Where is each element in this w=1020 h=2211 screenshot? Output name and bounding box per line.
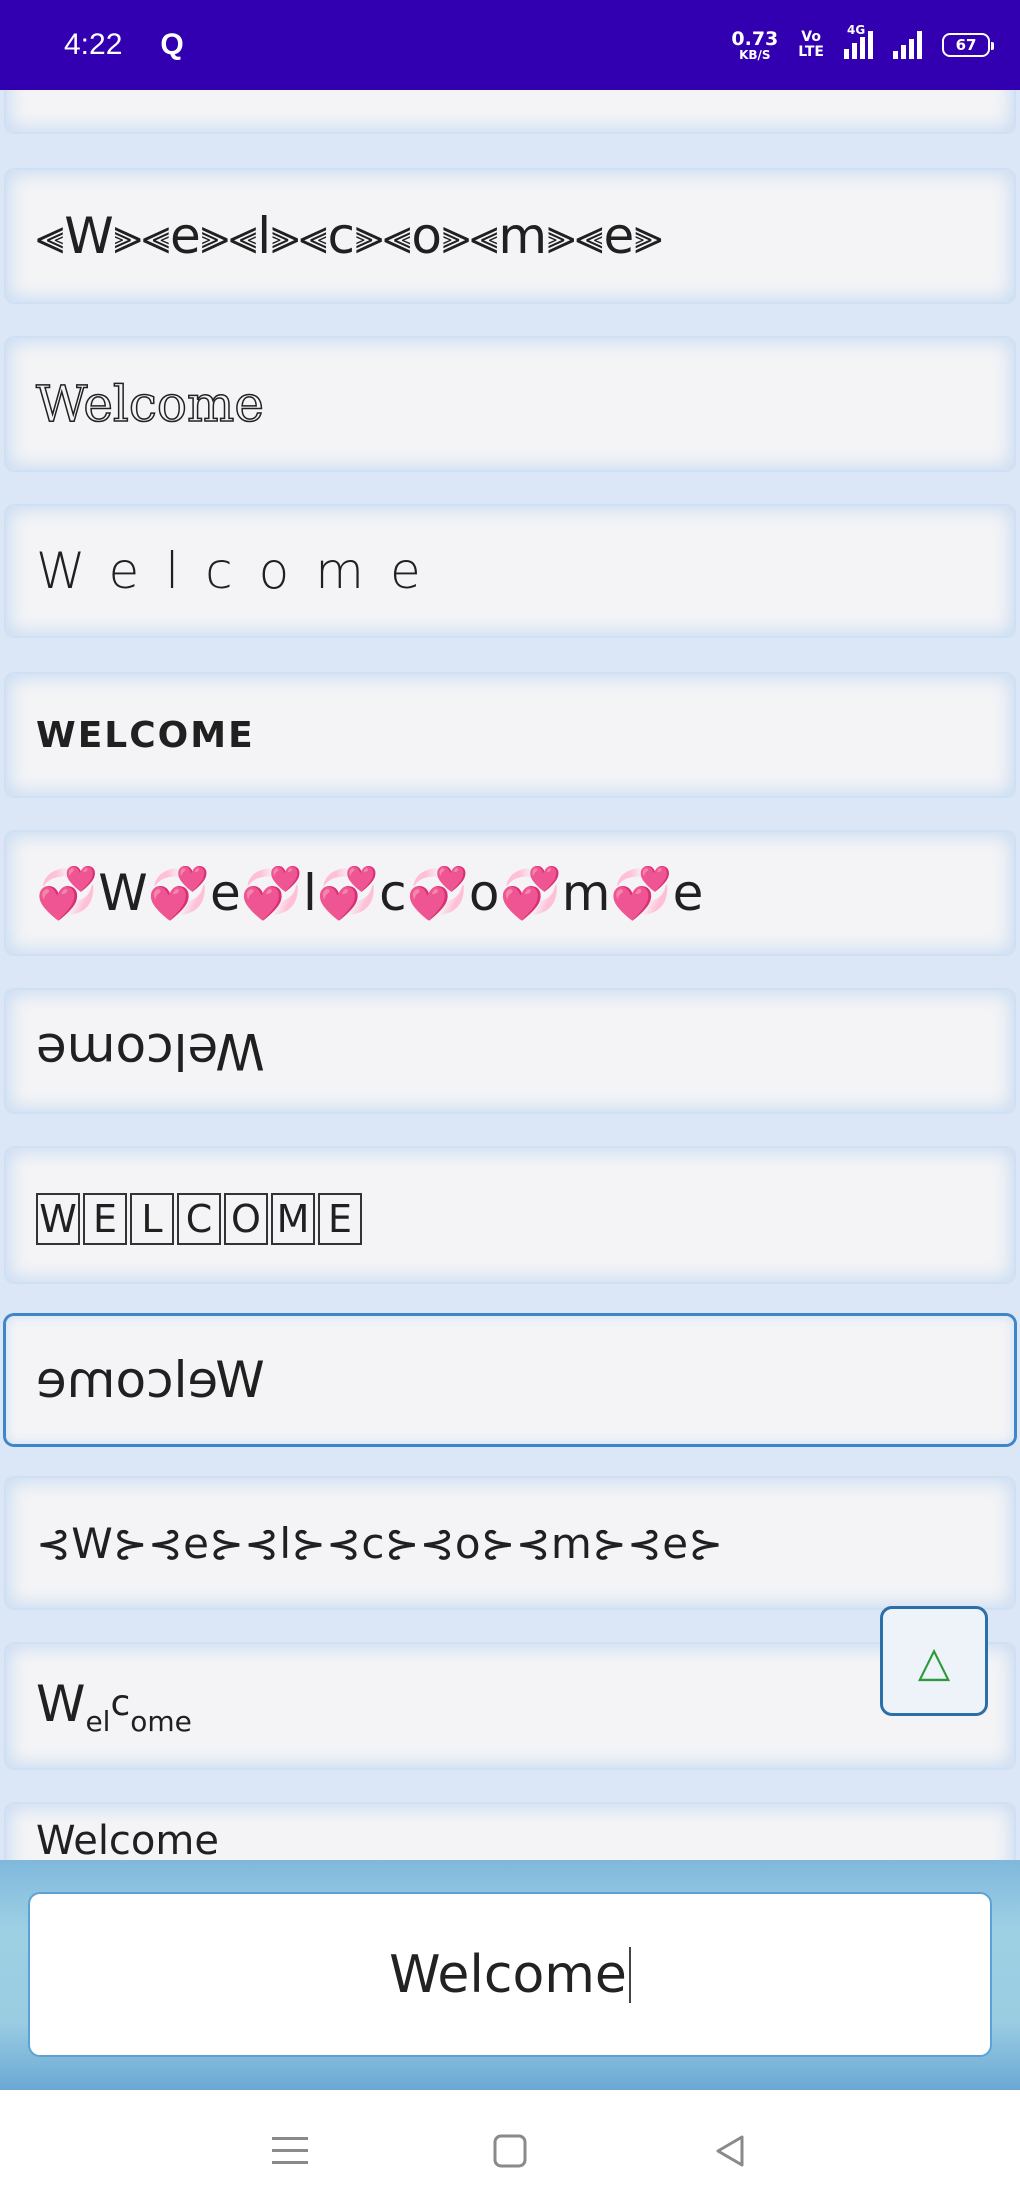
status-time: 4:22 [64, 28, 123, 61]
style-item-8[interactable]: Welcome [6, 1316, 1014, 1444]
style-item-4[interactable]: WELCOME [6, 674, 1014, 796]
style-item-0[interactable] [6, 90, 1014, 132]
style-text: Welcome [36, 1022, 265, 1080]
style-text: ⫷W⫸⫷e⫸⫷l⫸⫷c⫸⫷o⫸⫷m⫸⫷e⫸ [36, 206, 663, 265]
network-speed-unit: KB/S [739, 47, 771, 62]
signal-label: 4G [847, 23, 866, 37]
style-list[interactable]: ⫷W⫸⫷e⫸⫷l⫸⫷c⫸⫷o⫸⫷m⫸⫷e⫸ Welcome Welcome WE… [0, 90, 1020, 1860]
menu-button[interactable] [270, 2131, 310, 2171]
signal-4g-icon: 4G [844, 23, 873, 59]
style-text: Welcome [36, 1674, 192, 1738]
style-text: Welcome [36, 542, 447, 600]
network-speed-value: 0.73 [731, 27, 779, 50]
volte-icon: Vo LTE [798, 30, 824, 59]
style-item-11[interactable]: Welcome [6, 1804, 1014, 1860]
network-speed: 0.73 KB/S [731, 27, 779, 62]
home-icon [493, 2134, 527, 2167]
app-indicator-icon: Q [160, 28, 184, 61]
volte-line1: Vo [801, 29, 821, 46]
style-text: Welcome [36, 1351, 265, 1409]
status-icons: 0.73 KB/S Vo LTE 4G 67 [731, 23, 994, 62]
home-button[interactable] [490, 2131, 530, 2171]
status-bar: 4:22 Q 0.73 KB/S Vo LTE 4G 67 [0, 0, 1020, 90]
back-icon [716, 2135, 744, 2166]
battery-level: 67 [955, 36, 977, 54]
menu-icon [272, 2136, 308, 2164]
style-item-1[interactable]: ⫷W⫸⫷e⫸⫷l⫸⫷c⫸⫷o⫸⫷m⫸⫷e⫸ [6, 170, 1014, 302]
volte-line2: LTE [798, 44, 824, 60]
style-text: WELCOME [36, 1186, 365, 1245]
text-input[interactable]: Welcome [28, 1892, 992, 2057]
style-text: ⊰W⊱⊰e⊱⊰l⊱⊰c⊱⊰o⊱⊰m⊱⊰e⊱ [36, 1518, 724, 1568]
style-item-3[interactable]: Welcome [6, 506, 1014, 636]
triangle-up-icon: △ [917, 1636, 951, 1686]
style-item-6[interactable]: Welcome [6, 990, 1014, 1112]
back-button[interactable] [710, 2131, 750, 2171]
style-item-9[interactable]: ⊰W⊱⊰e⊱⊰l⊱⊰c⊱⊰o⊱⊰m⊱⊰e⊱ [6, 1478, 1014, 1608]
navigation-bar [0, 2090, 1020, 2211]
style-item-7[interactable]: WELCOME [6, 1148, 1014, 1282]
input-value: Welcome [389, 1944, 627, 2005]
signal-icon [893, 31, 922, 59]
style-text: Welcome [36, 1818, 219, 1860]
input-area: Welcome [0, 1860, 1020, 2090]
style-text: WELCOME [36, 714, 255, 756]
battery-icon: 67 [942, 33, 994, 57]
scroll-to-top-button[interactable]: △ [880, 1606, 988, 1716]
style-text: Welcome [35, 374, 265, 434]
style-item-2[interactable]: Welcome [6, 338, 1014, 470]
style-item-10[interactable]: Welcome [6, 1644, 1014, 1768]
text-caret [628, 1946, 631, 2003]
style-text: 💞W💞e💞l💞c💞o💞m💞e [36, 863, 704, 922]
style-item-5[interactable]: 💞W💞e💞l💞c💞o💞m💞e [6, 832, 1014, 954]
